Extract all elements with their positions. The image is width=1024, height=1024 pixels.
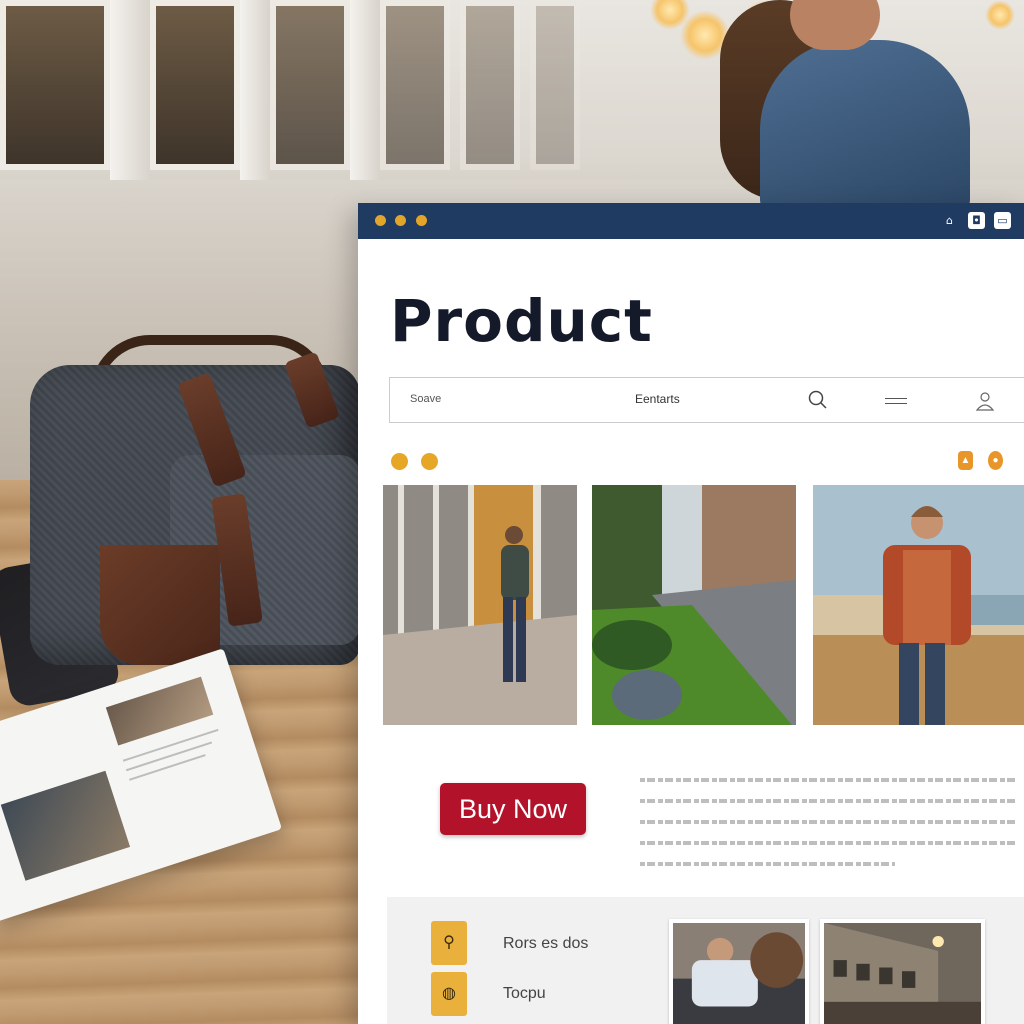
product-photo-1[interactable] — [383, 485, 577, 725]
bicycle-icon[interactable]: ⚲ — [431, 921, 467, 965]
window-dot-icon[interactable] — [395, 215, 406, 226]
messenger-bag — [30, 335, 360, 665]
home-icon[interactable]: ⌂ — [941, 212, 958, 229]
product-photo-3[interactable] — [813, 485, 1024, 725]
product-photo-2[interactable] — [592, 485, 796, 725]
footer-item-label[interactable]: Rors es dos — [503, 935, 588, 953]
carousel-dot[interactable] — [421, 453, 438, 470]
window-icon[interactable]: ▭ — [994, 212, 1011, 229]
search-category-label[interactable]: Eentarts — [635, 392, 680, 406]
camera-icon[interactable]: ◘ — [968, 212, 985, 229]
heart-icon[interactable]: ● — [988, 451, 1003, 470]
shop-window — [380, 0, 450, 170]
user-icon[interactable] — [975, 390, 995, 412]
page-title: Product — [390, 287, 653, 355]
footer-panel: ⚲ Rors es dos ◍ Tocpu — [387, 897, 1024, 1024]
menu-icon[interactable] — [885, 398, 907, 404]
product-window: ⌂ ◘ ▭ Product Soave Eentarts ▲ ● Buy Now… — [358, 203, 1024, 1024]
bokeh-light — [985, 0, 1015, 30]
footer-item-label[interactable]: Tocpu — [503, 985, 546, 1003]
window-dot-icon[interactable] — [375, 215, 386, 226]
globe-icon[interactable]: ◍ — [431, 972, 467, 1016]
search-bar[interactable]: Soave Eentarts — [389, 377, 1024, 423]
woman-in-denim-jacket — [720, 0, 970, 210]
carousel-dot[interactable] — [391, 453, 408, 470]
product-description-placeholder — [640, 778, 1015, 883]
footer-thumbnail-2[interactable] — [820, 919, 985, 1024]
shop-window — [0, 0, 110, 170]
shop-window — [460, 0, 520, 170]
search-icon[interactable] — [808, 390, 828, 410]
window-dot-icon[interactable] — [416, 215, 427, 226]
title-bar: ⌂ ◘ ▭ — [358, 203, 1024, 239]
shop-window — [270, 0, 350, 170]
shop-window — [530, 0, 580, 170]
shop-window — [150, 0, 240, 170]
lock-icon[interactable]: ▲ — [958, 451, 973, 470]
footer-thumbnail-1[interactable] — [669, 919, 809, 1024]
buy-now-button[interactable]: Buy Now — [440, 783, 586, 835]
search-input[interactable]: Soave — [410, 393, 441, 405]
